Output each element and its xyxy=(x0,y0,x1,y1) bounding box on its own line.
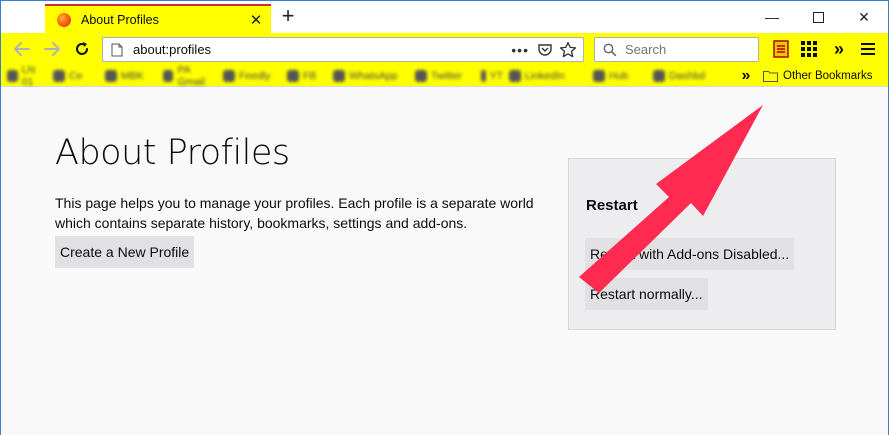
bookmark-label: YT xyxy=(489,70,503,82)
bookmarks-toolbar: LN 01 Ce MBK PA Gmail Feedly FB WhatsApp Twitte… xyxy=(1,64,888,88)
restart-panel: Restart Restart with Add-ons Disabled...… xyxy=(568,158,836,330)
tab-title: About Profiles xyxy=(81,12,159,27)
bookmark-label: LN 01 xyxy=(21,64,36,88)
url-text[interactable]: about:profiles xyxy=(133,42,511,57)
minimize-icon: — xyxy=(765,9,779,25)
page-description: This page helps you to manage your profi… xyxy=(55,195,534,231)
tab-close-icon[interactable]: ✕ xyxy=(245,9,267,31)
bookmark-item[interactable]: Hub xyxy=(593,68,643,84)
chevron-right-double-icon: » xyxy=(741,67,751,84)
library-grid-button[interactable] xyxy=(798,38,820,60)
create-new-profile-button[interactable]: Create a New Profile xyxy=(55,236,195,268)
bookmark-label: LinkedIn xyxy=(525,70,565,82)
bookmarks-overflow-button[interactable]: » xyxy=(738,67,754,85)
bookmark-favicon-icon xyxy=(287,70,299,82)
page-title: About Profiles xyxy=(55,133,290,173)
restart-addons-disabled-button[interactable]: Restart with Add-ons Disabled... xyxy=(585,238,795,270)
notes-icon xyxy=(773,40,789,58)
reader-notes-button[interactable] xyxy=(770,38,792,60)
other-bookmarks-label: Other Bookmarks xyxy=(783,70,873,82)
menu-button[interactable] xyxy=(857,38,879,60)
forward-arrow-icon xyxy=(44,42,60,56)
bookmark-favicon-icon xyxy=(163,70,174,82)
bookmark-label: MBK xyxy=(121,70,144,82)
bookmark-label: Twitter xyxy=(431,70,462,82)
reload-button[interactable] xyxy=(69,37,95,61)
bookmark-favicon-icon xyxy=(223,70,235,82)
bookmark-favicon-icon xyxy=(7,70,18,82)
bookmark-favicon-icon xyxy=(653,70,665,82)
page-content: About Profiles This page helps you to ma… xyxy=(1,88,888,435)
search-icon xyxy=(603,43,617,56)
restart-heading: Restart xyxy=(586,197,638,214)
back-arrow-icon xyxy=(14,42,30,56)
bookmark-favicon-icon xyxy=(105,70,117,82)
minimize-button[interactable]: — xyxy=(749,1,795,33)
tab-strip: About Profiles ✕ + — ✕ xyxy=(1,1,888,33)
bookmark-favicon-icon xyxy=(509,70,521,82)
search-bar[interactable] xyxy=(594,37,759,62)
bookmark-favicon-icon xyxy=(415,70,427,82)
bookmark-label: FB xyxy=(303,70,317,82)
bookmark-label: Ce xyxy=(69,70,83,82)
page-icon xyxy=(111,43,123,56)
new-tab-button[interactable]: + xyxy=(276,5,300,29)
firefox-favicon-icon xyxy=(57,12,71,27)
browser-window: About Profiles ✕ + — ✕ about:profiles ••… xyxy=(0,0,889,435)
bookmark-item[interactable]: WhatsApp xyxy=(333,68,405,84)
restart-normally-button[interactable]: Restart normally... xyxy=(585,278,708,310)
bookmark-label: Feedly xyxy=(239,70,271,82)
bookmark-item[interactable]: YT xyxy=(481,68,503,84)
url-bar[interactable]: about:profiles ••• xyxy=(102,37,584,62)
bookmark-label: Hub xyxy=(609,70,629,82)
reload-icon xyxy=(76,42,88,55)
toolbar-overflow-button[interactable]: » xyxy=(828,38,850,60)
bookmark-favicon-icon xyxy=(53,70,65,82)
bookmark-item[interactable]: Dashbd xyxy=(653,68,717,84)
pocket-icon[interactable] xyxy=(537,42,553,58)
bookmark-item[interactable]: PA Gmail xyxy=(163,64,215,88)
other-bookmarks-folder[interactable]: Other Bookmarks xyxy=(763,67,872,85)
folder-icon xyxy=(763,71,778,82)
maximize-icon xyxy=(812,11,824,23)
close-icon: ✕ xyxy=(858,8,870,25)
page-actions-icon[interactable]: ••• xyxy=(511,42,529,58)
bookmark-item[interactable]: Twitter xyxy=(415,68,471,84)
bookmark-item[interactable]: Ce xyxy=(53,68,95,84)
bookmark-favicon-icon xyxy=(333,70,345,82)
back-button[interactable] xyxy=(9,37,35,61)
bookmark-item[interactable]: LinkedIn xyxy=(509,68,583,84)
bookmark-item[interactable]: MBK xyxy=(105,68,155,84)
search-input[interactable] xyxy=(625,42,745,57)
close-window-button[interactable]: ✕ xyxy=(841,1,887,33)
bookmark-label: WhatsApp xyxy=(349,70,398,82)
bookmark-favicon-icon xyxy=(481,70,486,82)
bookmark-label: PA Gmail xyxy=(177,64,205,88)
forward-button[interactable] xyxy=(39,37,65,61)
navigation-toolbar: about:profiles ••• » xyxy=(1,33,888,65)
grid-icon xyxy=(801,41,817,57)
bookmark-favicon-icon xyxy=(593,70,605,82)
bookmark-item[interactable]: Feedly xyxy=(223,68,279,84)
bookmark-item[interactable]: FB xyxy=(287,68,325,84)
maximize-button[interactable] xyxy=(795,1,841,33)
bookmark-label: Dashbd xyxy=(669,70,706,82)
bookmark-star-icon[interactable] xyxy=(559,41,577,59)
hamburger-menu-icon xyxy=(861,43,875,55)
tab-about-profiles[interactable]: About Profiles ✕ xyxy=(45,4,271,33)
bookmark-item[interactable]: LN 01 xyxy=(7,64,47,88)
